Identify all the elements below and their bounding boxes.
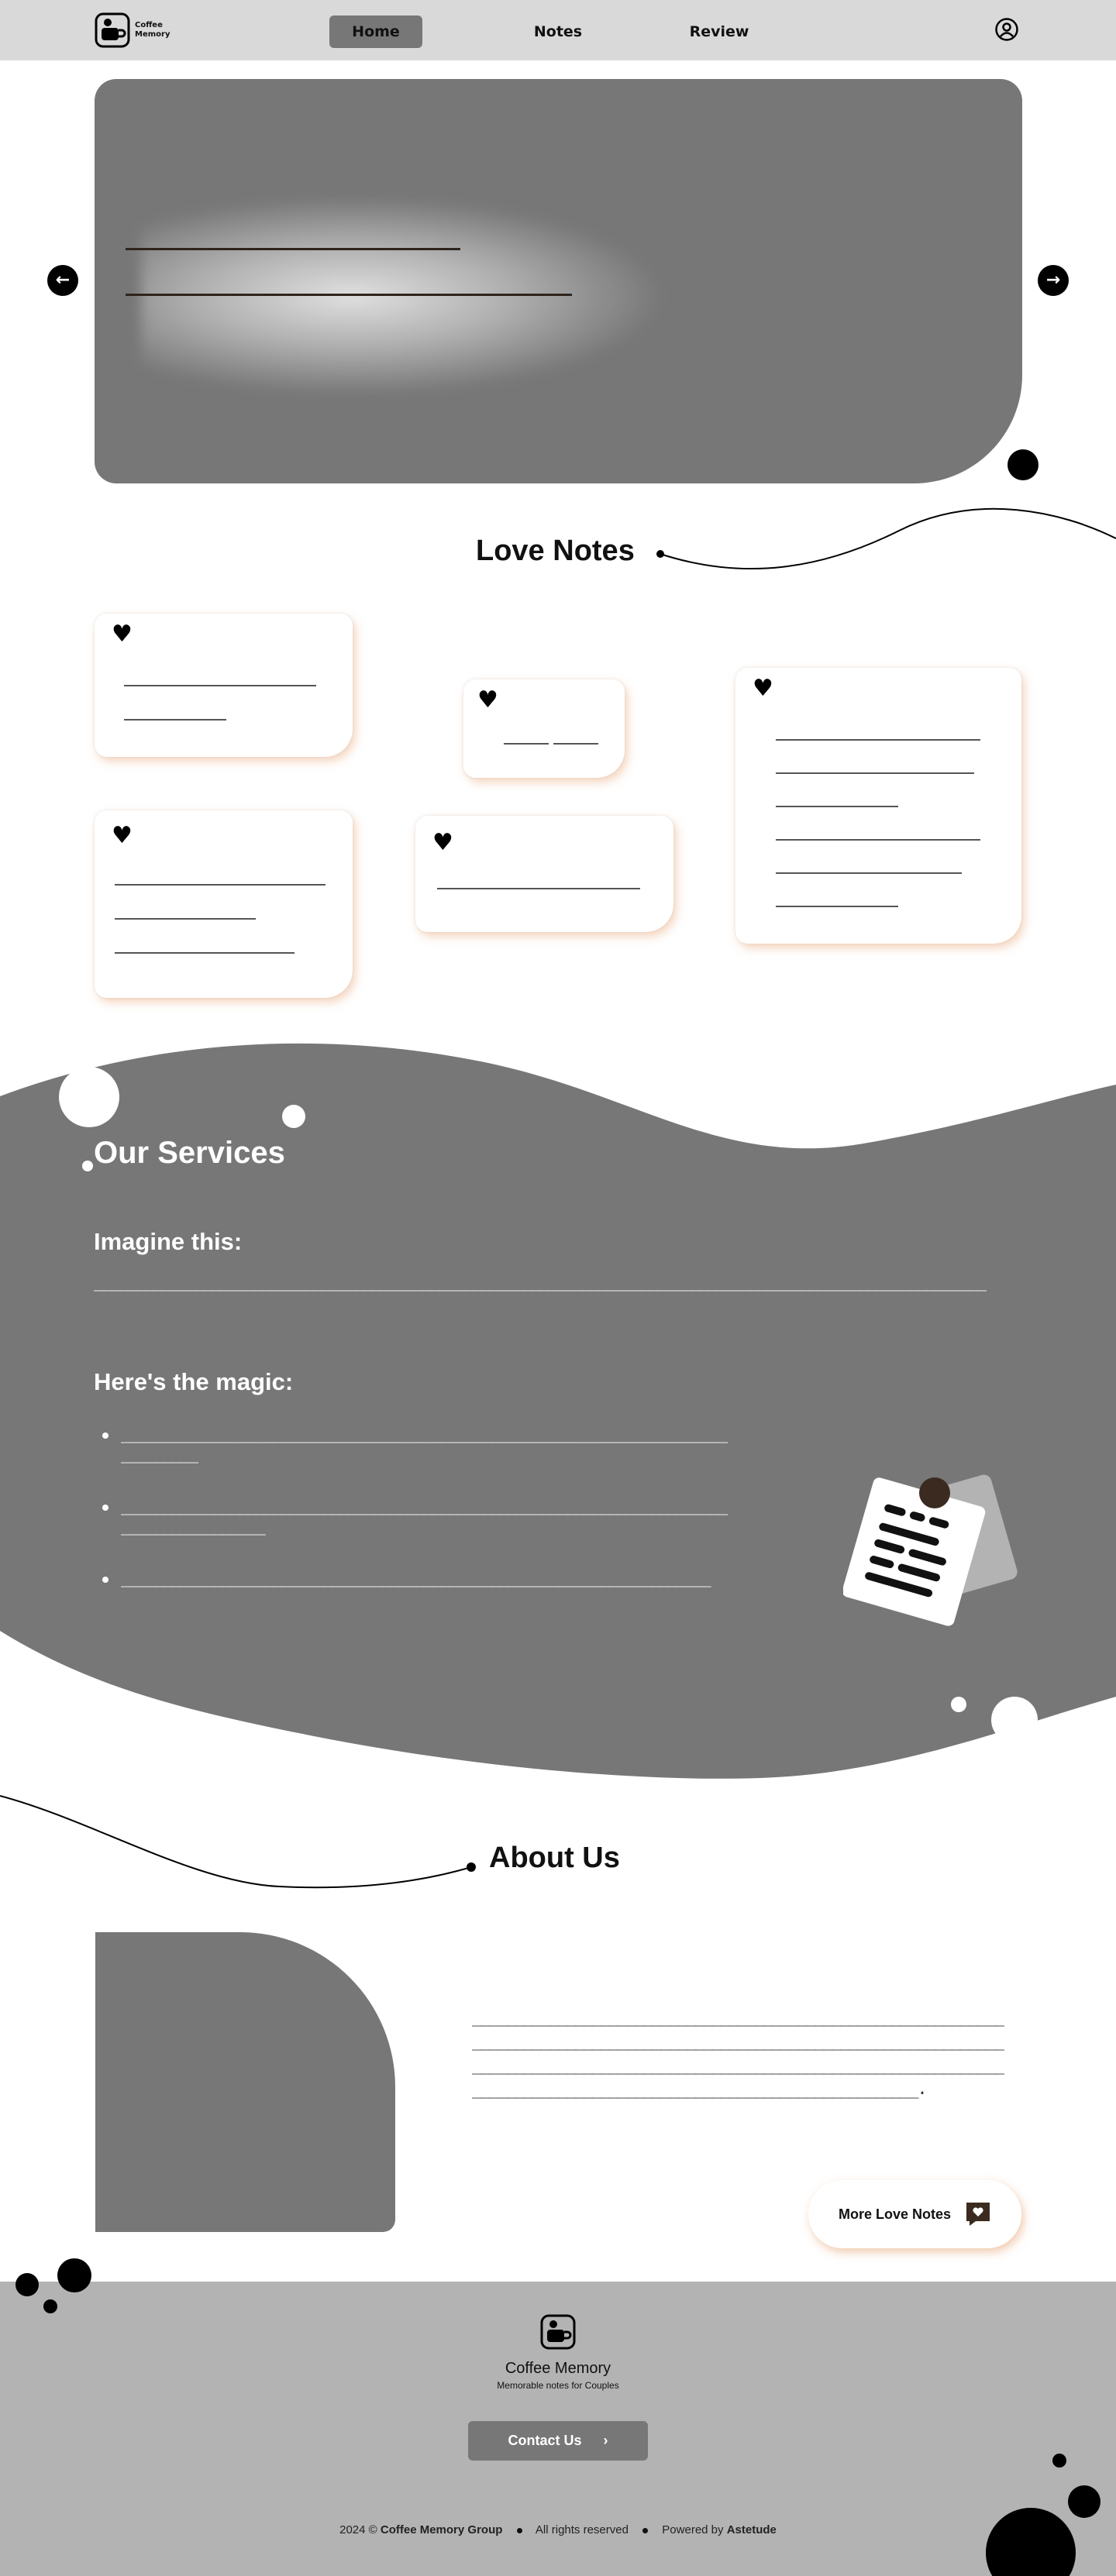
love-note-card[interactable]: ♥ [95,810,353,998]
nav-review[interactable]: Review [673,15,766,48]
decor-dot [951,1697,966,1712]
hero-carousel [95,79,1022,483]
copyright-prefix: 2024 © [339,2523,377,2536]
imagine-heading: Imagine this: [94,1228,243,1255]
footer-brand-name: Coffee Memory [505,2360,611,2377]
note-line [504,743,549,745]
note-line [776,806,898,807]
bullet-dot [102,1577,108,1583]
more-love-notes-label: More Love Notes [838,2206,952,2222]
love-note-card[interactable]: ♥ [463,679,625,778]
magic-bullet: ________________________________________… [121,1424,728,1463]
decor-dot [991,1697,1038,1743]
love-notes-title: Love Notes [476,535,635,567]
carousel-next-button[interactable]: → [1038,265,1069,296]
heart-icon: ♥ [753,675,773,702]
note-line [776,906,898,907]
bullet-dot [102,1432,108,1439]
note-line [124,719,226,721]
brand-name-line2: Memory [135,30,170,39]
decor-dot [82,1161,93,1171]
coffee-cup-icon [95,12,130,48]
heart-icon: ♥ [112,621,133,648]
carousel-prev-button[interactable]: ← [47,265,78,296]
about-image [95,1932,395,2232]
footer: Coffee Memory Memorable notes for Couple… [0,2282,1116,2576]
hero-text-line [126,294,572,296]
heart-icon: ♥ [477,686,498,714]
decor-dot [43,2299,57,2313]
contact-us-label: Contact Us [508,2433,582,2448]
love-note-card[interactable]: ♥ [415,816,673,932]
separator-dot [516,2527,522,2533]
about-text: ________________________________________… [472,2007,1004,2099]
heart-chat-icon [966,2203,990,2226]
note-line [115,884,326,886]
note-line [776,872,962,874]
magic-bullet: ________________________________________… [121,1568,711,1587]
separator-dot [642,2527,649,2533]
decor-dot [16,2273,39,2296]
arrow-right-icon: → [1045,270,1061,290]
decor-swirl [656,507,1116,570]
heart-icon: ♥ [432,829,453,856]
brand-name-line1: Coffee [135,21,163,29]
imagine-text: ________________________________________… [94,1272,987,1291]
services-title: Our Services [94,1136,285,1170]
company-name: Coffee Memory Group [380,2523,503,2536]
arrow-left-icon: ← [55,270,71,290]
love-note-card[interactable]: ♥ [735,668,1021,944]
decor-dot [1068,2485,1100,2518]
love-note-card[interactable]: ♥ [95,614,353,757]
note-line [115,952,294,954]
about-us-title: About Us [489,1842,620,1874]
rights-text: All rights reserved [535,2523,629,2536]
sticky-note-icon [843,1474,1018,1626]
decor-dot [282,1105,305,1128]
magic-heading: Here's the magic: [94,1368,294,1395]
footer-tagline: Memorable notes for Couples [497,2380,619,2391]
note-line [553,743,598,745]
decor-swirl [0,1795,476,1889]
heart-icon: ♥ [112,822,133,849]
contact-us-button[interactable]: Contact Us › [468,2421,648,2461]
note-line [776,839,980,841]
note-line [437,888,640,889]
magic-bullet: ________________________________________… [121,1496,728,1536]
chevron-right-icon: › [603,2433,608,2448]
top-nav: Coffee Memory Home Notes Review [0,0,1116,60]
coffee-cup-icon[interactable] [540,2314,576,2350]
hero-text-line [126,248,460,250]
decor-dot [57,2258,91,2292]
footer-bottom-bar: 2024 © Coffee Memory Group All rights re… [0,2523,1116,2536]
hero-glow [141,195,668,397]
note-line [776,772,974,774]
more-love-notes-button[interactable]: More Love Notes [808,2180,1021,2248]
brand-name: Coffee Memory [135,21,174,40]
powered-by-link[interactable]: Astetude [727,2523,777,2536]
decor-dot [59,1067,119,1127]
decor-dot [1008,449,1038,480]
nav-home[interactable]: Home [329,15,422,48]
decor-dot [1052,2454,1066,2468]
note-line [124,685,316,686]
decor-dot [986,2508,1076,2576]
user-circle-icon[interactable] [994,17,1019,42]
powered-prefix: Powered by [662,2523,724,2536]
note-line [115,918,256,920]
nav-notes[interactable]: Notes [512,15,604,48]
bullet-dot [102,1505,108,1511]
brand-logo[interactable]: Coffee Memory [95,12,174,48]
note-line [776,739,980,741]
